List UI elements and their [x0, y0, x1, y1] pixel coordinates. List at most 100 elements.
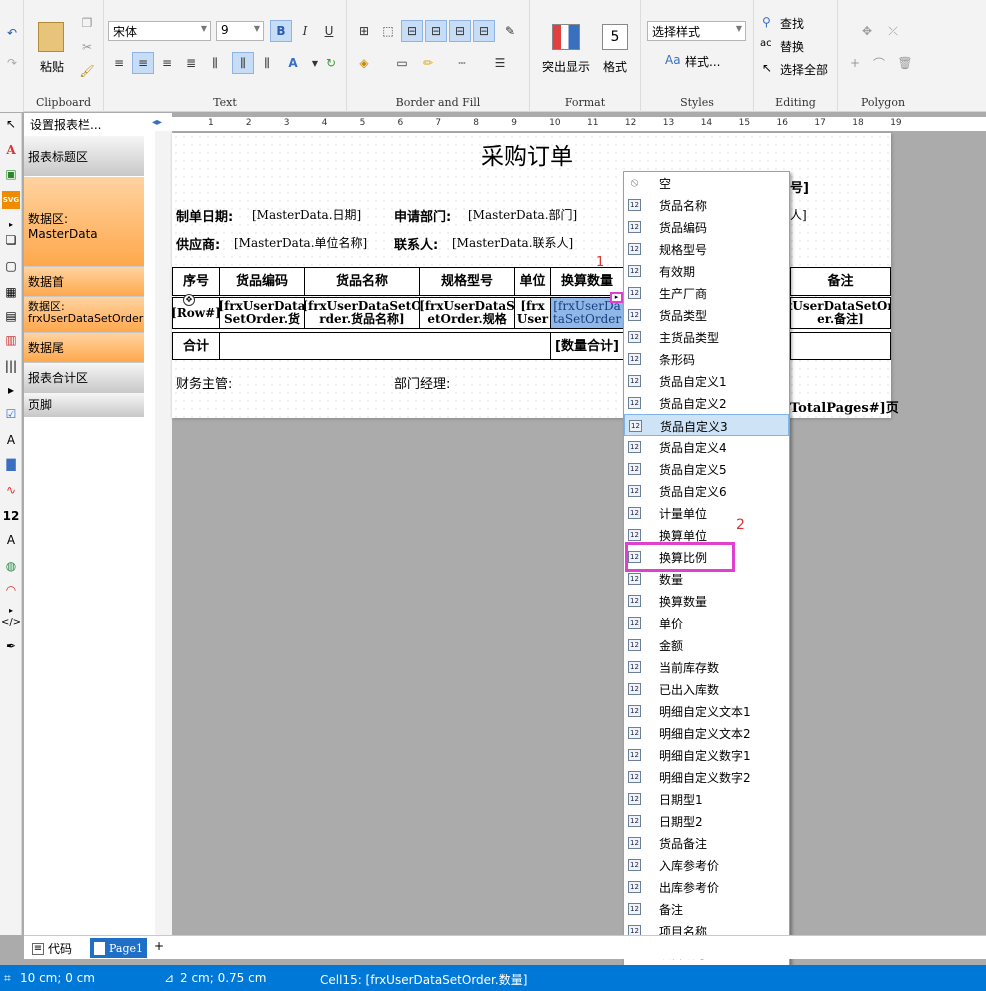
- zip-code-icon[interactable]: 12: [2, 507, 20, 525]
- move-handle-icon[interactable]: ✥: [183, 294, 195, 306]
- border-left-icon[interactable]: ⊟: [449, 20, 471, 42]
- paste-button[interactable]: 粘贴: [32, 58, 72, 75]
- paste-icon[interactable]: [38, 22, 64, 52]
- align-left-icon[interactable]: ≡: [108, 52, 130, 74]
- contact-field[interactable]: [MasterData.联系人]: [452, 234, 573, 251]
- menu-item[interactable]: 12 日期型1: [624, 788, 789, 810]
- menu-item[interactable]: 12 计量单位: [624, 502, 789, 524]
- menu-item[interactable]: 12 换算数量: [624, 590, 789, 612]
- delete-point-icon[interactable]: 🗑: [894, 52, 916, 74]
- align-center-icon[interactable]: ≡: [132, 52, 154, 74]
- barcode-icon[interactable]: |||: [2, 357, 20, 375]
- total-label[interactable]: 合计: [172, 332, 220, 360]
- band-master-data[interactable]: 数据区: MasterData: [24, 177, 144, 267]
- bold-button[interactable]: B: [270, 20, 292, 42]
- valign-top-icon[interactable]: ⫼: [204, 52, 226, 74]
- undo-icon[interactable]: ↶: [1, 22, 23, 44]
- expand-icon[interactable]: ▸: [2, 381, 20, 399]
- menu-item[interactable]: ⦸ 空: [624, 172, 789, 194]
- menu-item[interactable]: 12 已出入库数: [624, 678, 789, 700]
- menu-item[interactable]: 12 规格型号: [624, 238, 789, 260]
- menu-item[interactable]: 12 货品备注: [624, 832, 789, 854]
- menu-item[interactable]: 12 货品自定义1: [624, 370, 789, 392]
- justify-icon[interactable]: ≣: [180, 52, 202, 74]
- date-field[interactable]: [MasterData.日期]: [252, 206, 361, 223]
- add-point-icon[interactable]: +: [844, 52, 866, 74]
- menu-item[interactable]: 12 货品类型: [624, 304, 789, 326]
- menu-item[interactable]: 12 单价: [624, 612, 789, 634]
- picture-tool-icon[interactable]: ▣: [2, 165, 20, 183]
- menu-item[interactable]: 12 备注: [624, 898, 789, 920]
- select-pointer-icon[interactable]: ↖: [2, 115, 20, 133]
- menu-item[interactable]: 12 当前库存数: [624, 656, 789, 678]
- border-bottom-icon[interactable]: ⊟: [425, 20, 447, 42]
- move-point-icon[interactable]: ✥: [856, 20, 878, 42]
- cellular-text-icon[interactable]: A: [2, 531, 20, 549]
- menu-item[interactable]: 12 出库参考价: [624, 876, 789, 898]
- border-right-icon[interactable]: ⊟: [473, 20, 495, 42]
- band-data-header[interactable]: 数据首: [24, 267, 144, 297]
- redo-icon[interactable]: ↷: [1, 52, 23, 74]
- font-color-icon[interactable]: A: [282, 52, 304, 74]
- line-style-icon[interactable]: ┄: [451, 52, 473, 74]
- fill-bucket-icon[interactable]: ◈: [353, 52, 375, 74]
- gauge-tool-icon[interactable]: ◠: [2, 581, 20, 599]
- digital-signature-icon[interactable]: ✒: [2, 637, 20, 655]
- menu-item[interactable]: 12 明细自定义文本1: [624, 700, 789, 722]
- total-empty-cell[interactable]: [219, 332, 551, 360]
- menu-item[interactable]: 12 货品自定义5: [624, 458, 789, 480]
- richtext-icon[interactable]: A: [2, 431, 20, 449]
- header-cell[interactable]: 货品名称: [304, 267, 420, 296]
- menu-item[interactable]: 12 货品编码: [624, 216, 789, 238]
- menu-item[interactable]: 12 货品自定义2: [624, 392, 789, 414]
- shape-tool-icon[interactable]: ▢: [2, 257, 20, 275]
- dept-field[interactable]: [MasterData.部门]: [468, 206, 577, 223]
- detail-cell[interactable]: rxUserDataSetOrd er.备注]: [790, 297, 891, 329]
- border-top-icon[interactable]: ⊟: [401, 20, 423, 42]
- format-painter-icon[interactable]: 🖌: [76, 60, 98, 82]
- band-report-summary[interactable]: 报表合计区: [24, 363, 144, 393]
- html-tool-icon[interactable]: </>: [1, 613, 21, 631]
- matrix-icon[interactable]: ▥: [2, 331, 20, 349]
- highlight-button[interactable]: 突出显示: [536, 58, 596, 75]
- detail-cell[interactable]: [frxUserData SetOrder.货: [219, 297, 305, 329]
- valign-bottom-icon[interactable]: ⫼: [256, 52, 278, 74]
- style-select[interactable]: 选择样式 ▼: [647, 21, 746, 41]
- border-none-icon[interactable]: ⬚: [377, 20, 399, 42]
- total-empty-cell[interactable]: [790, 332, 891, 360]
- header-cell[interactable]: 货品编码: [219, 267, 305, 296]
- band-page-footer[interactable]: 页脚: [24, 393, 144, 417]
- ruler-toggle-icon[interactable]: ◂▸: [152, 117, 162, 128]
- border-editor-icon[interactable]: ✎: [499, 20, 521, 42]
- font-name-select[interactable]: 宋体 ▼: [108, 21, 211, 41]
- header-cell[interactable]: 单位: [514, 267, 551, 296]
- menu-item[interactable]: 12 明细自定义数字2: [624, 766, 789, 788]
- menu-item[interactable]: 12 条形码: [624, 348, 789, 370]
- band-data-footer[interactable]: 数据尾: [24, 333, 144, 363]
- header-cell[interactable]: 序号: [172, 267, 220, 296]
- detail-cell[interactable]: [Row#]: [172, 297, 220, 329]
- replace-button[interactable]: 替换: [780, 38, 804, 55]
- line-width-icon[interactable]: ☰: [489, 52, 511, 74]
- smart-tag-button[interactable]: ▸: [610, 292, 623, 303]
- styles-button[interactable]: 样式...: [685, 53, 720, 70]
- format-button[interactable]: 格式: [598, 58, 632, 75]
- menu-item[interactable]: 12 主货品类型: [624, 326, 789, 348]
- format-icon[interactable]: 5: [602, 24, 628, 50]
- rotate-icon[interactable]: ↻: [320, 52, 342, 74]
- total-qty[interactable]: [数量合计]: [550, 332, 624, 360]
- detail-cell[interactable]: [frxUserDataSetO rder.货品名称]: [304, 297, 420, 329]
- align-right-icon[interactable]: ≡: [156, 52, 178, 74]
- menu-item[interactable]: 12 货品自定义6: [624, 480, 789, 502]
- report-title[interactable]: 采购订单: [481, 137, 573, 171]
- menu-item[interactable]: 12 日期型2: [624, 810, 789, 832]
- contact-label[interactable]: 联系人:: [394, 234, 438, 253]
- header-cell[interactable]: 备注: [790, 267, 891, 296]
- detail-cell[interactable]: [frxUserDataS etOrder.规格: [419, 297, 515, 329]
- band-detail-data[interactable]: 数据区: frxUserDataSetOrder: [24, 297, 144, 333]
- checkbox-tool-icon[interactable]: ☑: [2, 405, 20, 423]
- text-tool-icon[interactable]: A: [2, 141, 20, 159]
- subreport-icon[interactable]: ❏: [2, 231, 20, 249]
- border-all-icon[interactable]: ⊞: [353, 20, 375, 42]
- manager-label[interactable]: 部门经理:: [394, 373, 450, 392]
